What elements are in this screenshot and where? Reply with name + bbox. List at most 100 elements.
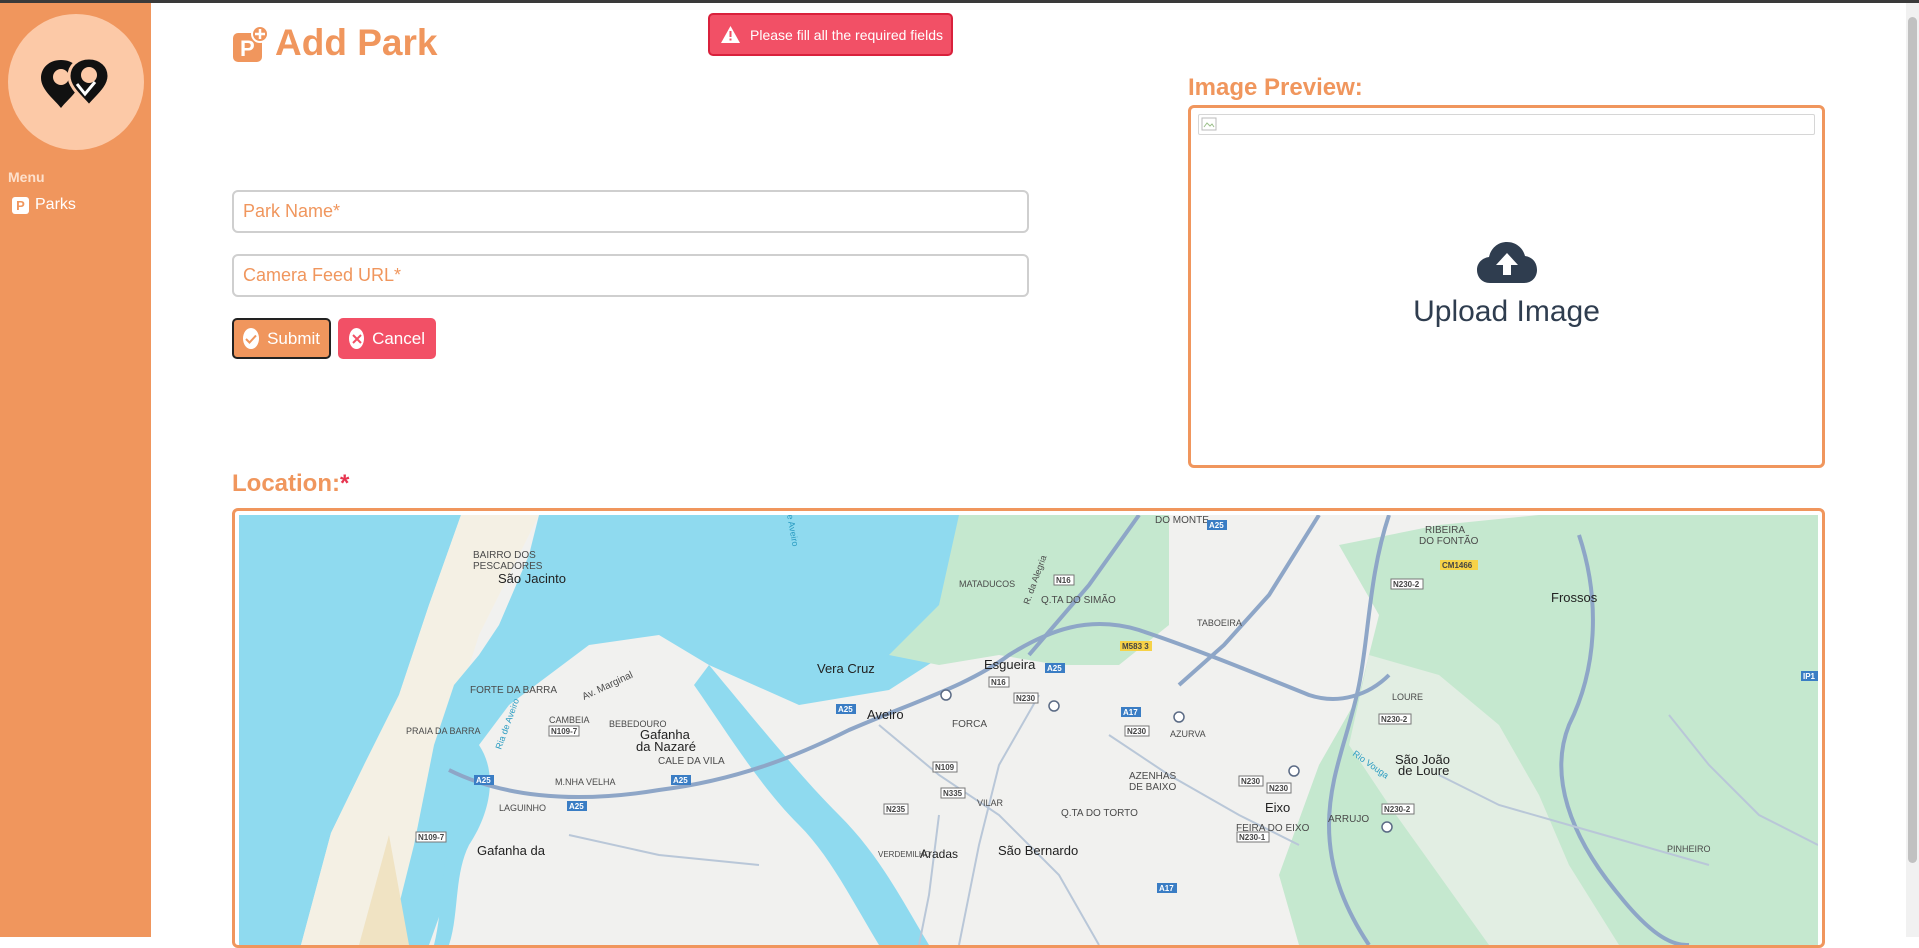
page-header: P Add Park: [232, 22, 437, 64]
road-shield: N230: [1124, 725, 1150, 737]
map-label: São Jacinto: [498, 571, 566, 586]
map-label: Gafanha da: [477, 843, 546, 858]
menu-heading: Menu: [8, 169, 45, 185]
svg-text:N230: N230: [1241, 777, 1261, 786]
road-shield: N230-2: [1381, 803, 1415, 815]
map-label: AZURVA: [1170, 729, 1206, 739]
upload-image-button[interactable]: Upload Image: [1191, 241, 1822, 329]
cloud-upload-icon: [1476, 242, 1537, 283]
svg-text:A17: A17: [1159, 884, 1174, 893]
road-shield: A25: [567, 801, 587, 811]
map-label: Vera Cruz: [817, 661, 875, 676]
road-shield: N235: [883, 803, 909, 815]
road-shield: N230: [1013, 692, 1039, 704]
svg-text:N16: N16: [991, 678, 1006, 687]
submit-button[interactable]: Submit: [232, 318, 331, 359]
warning-icon: [721, 26, 740, 43]
map-label: CAMBEIA: [549, 715, 590, 725]
map-label: São Bernardo: [998, 843, 1078, 858]
map-label: LAGUINHO: [499, 803, 546, 813]
map-label: VILAR: [977, 798, 1004, 808]
road-shield: A17: [1121, 707, 1141, 717]
svg-text:N230-2: N230-2: [1393, 580, 1420, 589]
road-shield: M583 3: [1120, 641, 1152, 651]
map-label: AZENHAS: [1129, 771, 1177, 782]
svg-text:N230-1: N230-1: [1239, 833, 1266, 842]
map-label: DO FONTÃO: [1419, 534, 1479, 547]
road-shield: CM1466: [1440, 560, 1478, 570]
image-preview-box: Upload Image: [1188, 105, 1825, 468]
app-logo[interactable]: [8, 14, 144, 150]
road-shield: N16: [1053, 574, 1075, 586]
road-shield: N230-1: [1236, 831, 1270, 843]
road-shield: IP1: [1801, 671, 1818, 681]
svg-text:N230: N230: [1016, 694, 1036, 703]
map-label: Esgueira: [984, 657, 1036, 672]
check-circle-icon: [243, 328, 260, 349]
parking-icon: P: [12, 196, 29, 214]
required-mark: *: [340, 470, 350, 497]
svg-text:N109-7: N109-7: [551, 727, 578, 736]
road-shield: N230-2: [1390, 578, 1424, 590]
sidebar-item-label: Parks: [35, 196, 76, 213]
map-label: PRAIA DA BARRA: [406, 726, 481, 736]
svg-text:IP1: IP1: [1803, 672, 1816, 681]
upload-image-label: Upload Image: [1413, 295, 1600, 328]
location-map[interactable]: BAIRRO DOS PESCADORES São Jacinto FORTE …: [239, 515, 1818, 945]
svg-text:A25: A25: [569, 802, 584, 811]
map-label: da Nazaré: [636, 739, 696, 754]
scrollbar-thumb[interactable]: [1908, 17, 1917, 863]
map-label: CALE DA VILA: [658, 756, 725, 767]
road-shield: A25: [836, 704, 856, 714]
svg-text:N16: N16: [1056, 576, 1071, 585]
map-label: Q.TA DO SIMÃO: [1041, 593, 1116, 606]
map-label: VERDEMILHO: [878, 850, 931, 859]
map-label: MATADUCOS: [959, 579, 1015, 589]
location-label-text: Location:: [232, 470, 340, 497]
road-shield: N335: [940, 787, 966, 799]
error-toast: Please fill all the required fields: [708, 13, 953, 56]
svg-text:A25: A25: [1209, 521, 1224, 530]
svg-text:M583 3: M583 3: [1122, 642, 1149, 651]
sidebar-item-parks[interactable]: P Parks: [12, 196, 76, 214]
map-label: DO MONTE: [1155, 515, 1209, 526]
map-label: Eixo: [1265, 800, 1290, 815]
road-shield: N109-7: [415, 831, 447, 843]
add-parking-icon: P: [232, 24, 269, 62]
location-pins-logo-icon: [41, 56, 111, 109]
map-label: RIBEIRA: [1425, 525, 1465, 536]
svg-text:P: P: [240, 36, 255, 61]
svg-text:A17: A17: [1123, 708, 1138, 717]
map-label: TABOEIRA: [1197, 618, 1242, 628]
toast-message: Please fill all the required fields: [750, 26, 943, 43]
map-label: M.NHA VELHA: [555, 777, 616, 787]
map-label: de Loure: [1398, 763, 1449, 778]
road-shield: A25: [1207, 520, 1227, 530]
cancel-button[interactable]: Cancel: [338, 318, 436, 359]
map-label: PINHEIRO: [1667, 844, 1711, 854]
map-label: Q.TA DO TORTO: [1061, 808, 1138, 819]
page-scrollbar[interactable]: [1906, 3, 1919, 937]
location-map-frame: BAIRRO DOS PESCADORES São Jacinto FORTE …: [232, 508, 1825, 948]
location-heading: Location:*: [232, 470, 349, 498]
road-shield: A17: [1157, 883, 1177, 893]
map-label: LOURE: [1392, 692, 1423, 702]
road-shield: N109: [932, 761, 958, 773]
road-shield: N109-7: [548, 725, 580, 737]
svg-text:A25: A25: [1047, 664, 1062, 673]
map-label: ARRUJO: [1328, 814, 1369, 825]
svg-text:A25: A25: [476, 776, 491, 785]
camera-feed-url-input[interactable]: [232, 254, 1029, 297]
svg-text:N230-2: N230-2: [1381, 715, 1408, 724]
window-top-border: [0, 0, 1919, 3]
park-name-input[interactable]: [232, 190, 1029, 233]
svg-text:CM1466: CM1466: [1442, 561, 1473, 570]
svg-text:N109-7: N109-7: [418, 833, 445, 842]
svg-text:A25: A25: [673, 776, 688, 785]
map-label: Frossos: [1551, 590, 1598, 605]
sidebar: Menu P Parks: [0, 3, 151, 937]
svg-text:N230: N230: [1127, 727, 1147, 736]
road-shield: A25: [1045, 663, 1065, 673]
svg-text:N335: N335: [943, 789, 963, 798]
svg-text:N109: N109: [935, 763, 955, 772]
